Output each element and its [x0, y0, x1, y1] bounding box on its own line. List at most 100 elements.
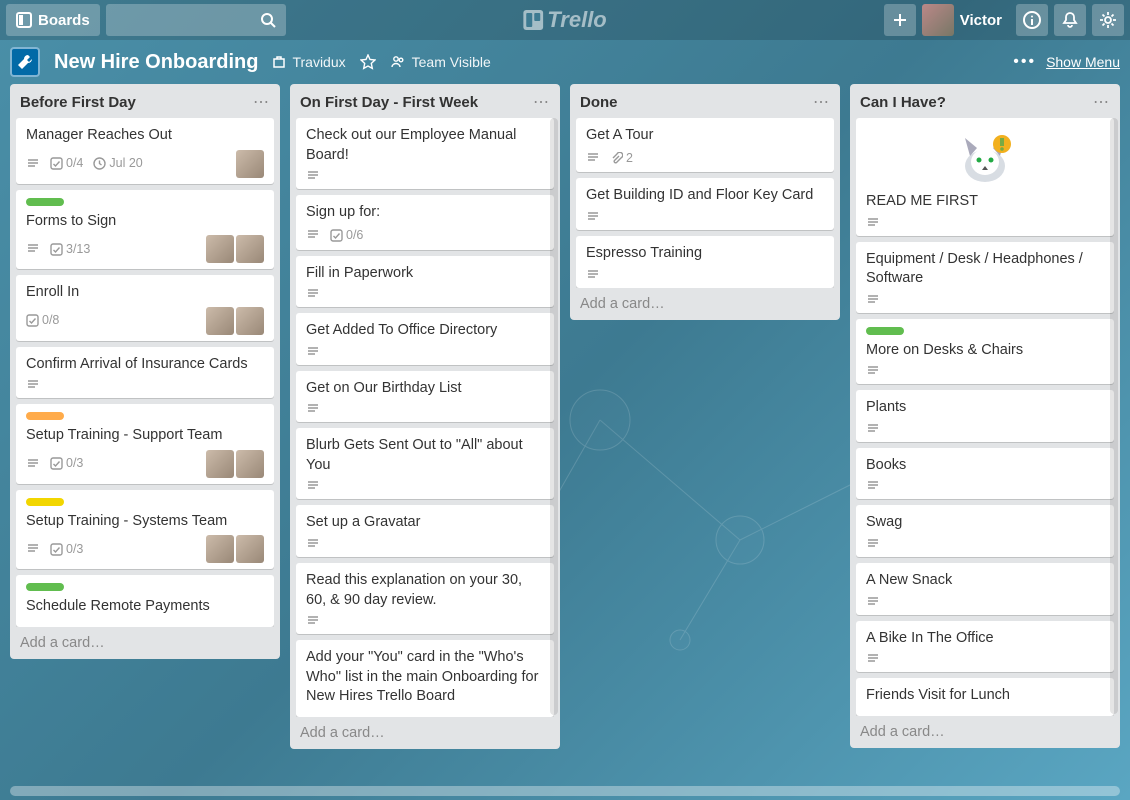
avatar	[206, 450, 234, 478]
description-badge	[586, 210, 600, 224]
avatar	[236, 450, 264, 478]
description-badge	[306, 537, 320, 551]
card[interactable]: Get Added To Office Directory	[296, 313, 554, 365]
list: Done ⋯ Get A Tour2 Get Building ID and Floo…	[570, 84, 840, 320]
card[interactable]: Get A Tour2	[576, 118, 834, 172]
list-title[interactable]: Before First Day	[20, 94, 136, 111]
card-title: Confirm Arrival of Insurance Cards	[26, 355, 264, 375]
trello-logo[interactable]: Trello	[523, 7, 607, 33]
visibility-button[interactable]: Team Visible	[390, 54, 491, 70]
card-list: READ ME FIRST Equipment / Desk / Headphon…	[850, 118, 1120, 716]
card-title: Add your "You" card in the "Who's Who" l…	[306, 648, 544, 707]
user-menu[interactable]: Victor	[922, 4, 1010, 36]
card[interactable]: Swag	[856, 505, 1114, 557]
card-title: Check out our Employee Manual Board!	[306, 126, 544, 165]
description-badge	[586, 268, 600, 282]
card-title: READ ME FIRST	[866, 192, 1104, 212]
due-badge: Jul 20	[93, 155, 142, 172]
card[interactable]: Espresso Training	[576, 236, 834, 288]
list-scrollbar[interactable]	[1110, 118, 1118, 714]
card[interactable]: Schedule Remote Payments	[16, 575, 274, 627]
avatar	[206, 307, 234, 335]
description-badge	[306, 479, 320, 493]
card[interactable]: Sign up for:0/6	[296, 195, 554, 249]
list-title[interactable]: Done	[580, 94, 618, 111]
list: Before First Day ⋯ Manager Reaches Out 0/4 J…	[10, 84, 280, 659]
card-title: Enroll In	[26, 283, 264, 303]
notifications-button[interactable]	[1054, 4, 1086, 36]
create-button[interactable]	[884, 4, 916, 36]
card[interactable]: Equipment / Desk / Headphones / Software	[856, 242, 1114, 313]
boards-button[interactable]: Boards	[6, 4, 100, 36]
list: Can I Have? ⋯ READ ME FIRST Equipment / Des…	[850, 84, 1120, 748]
card[interactable]: Setup Training - Support Team0/3	[16, 404, 274, 484]
card[interactable]: Setup Training - Systems Team0/3	[16, 490, 274, 570]
card[interactable]: Manager Reaches Out 0/4 Jul 20	[16, 118, 274, 184]
card[interactable]: Friends Visit for Lunch	[856, 678, 1114, 716]
list-menu-button[interactable]: ⋯	[813, 92, 830, 112]
card[interactable]: Fill in Paperwork	[296, 256, 554, 308]
card[interactable]: Read this explanation on your 30, 60, & …	[296, 563, 554, 634]
card[interactable]: Confirm Arrival of Insurance Cards	[16, 347, 274, 399]
card-title: Books	[866, 456, 1104, 476]
info-button[interactable]	[1016, 4, 1048, 36]
list-menu-button[interactable]: ⋯	[533, 92, 550, 112]
info-icon	[1023, 11, 1041, 29]
card[interactable]: More on Desks & Chairs	[856, 319, 1114, 385]
card[interactable]: Add your "You" card in the "Who's Who" l…	[296, 640, 554, 717]
card[interactable]: Get Building ID and Floor Key Card	[576, 178, 834, 230]
card-title: Equipment / Desk / Headphones / Software	[866, 250, 1104, 289]
checklist-badge: 0/8	[26, 312, 59, 329]
card[interactable]: Blurb Gets Sent Out to "All" about You	[296, 428, 554, 499]
board-title[interactable]: New Hire Onboarding	[54, 51, 258, 74]
card-title: Manager Reaches Out	[26, 126, 264, 146]
card[interactable]: Check out our Employee Manual Board!	[296, 118, 554, 189]
card-title: Plants	[866, 398, 1104, 418]
avatar	[236, 235, 264, 263]
description-badge	[306, 228, 320, 242]
card-title: Setup Training - Support Team	[26, 426, 264, 446]
search-input[interactable]	[106, 4, 286, 36]
description-badge	[26, 457, 40, 471]
card-title: Forms to Sign	[26, 212, 264, 232]
star-button[interactable]	[360, 54, 376, 70]
add-card-button[interactable]: Add a card…	[570, 288, 840, 320]
add-card-button[interactable]: Add a card…	[290, 717, 560, 749]
card[interactable]: A Bike In The Office	[856, 621, 1114, 673]
card[interactable]: Books	[856, 448, 1114, 500]
card-title: Read this explanation on your 30, 60, & …	[306, 571, 544, 610]
org-label: Travidux	[292, 54, 345, 70]
add-card-button[interactable]: Add a card…	[10, 627, 280, 659]
card[interactable]: A New Snack	[856, 563, 1114, 615]
card-title: A New Snack	[866, 571, 1104, 591]
list-scrollbar[interactable]	[550, 118, 558, 715]
card[interactable]: READ ME FIRST	[856, 118, 1114, 236]
horizontal-scrollbar[interactable]	[10, 786, 1120, 796]
card[interactable]: Set up a Gravatar	[296, 505, 554, 557]
description-badge	[586, 151, 600, 165]
card[interactable]: Get on Our Birthday List	[296, 371, 554, 423]
list-title[interactable]: On First Day - First Week	[300, 94, 478, 111]
board-menu-dots[interactable]: •••	[1013, 53, 1036, 71]
description-badge	[306, 169, 320, 183]
visibility-label: Team Visible	[412, 54, 491, 70]
card[interactable]: Forms to Sign3/13	[16, 190, 274, 270]
settings-button[interactable]	[1092, 4, 1124, 36]
avatar	[206, 235, 234, 263]
checklist-badge: 0/4	[50, 155, 83, 172]
card[interactable]: Plants	[856, 390, 1114, 442]
card-list: Get A Tour2 Get Building ID and Floor Key…	[570, 118, 840, 288]
star-icon	[360, 54, 376, 70]
trello-logo-text: Trello	[547, 7, 607, 33]
board-canvas[interactable]: Before First Day ⋯ Manager Reaches Out 0/4 J…	[0, 84, 1130, 786]
card[interactable]: Enroll In 0/8	[16, 275, 274, 341]
show-menu-button[interactable]: Show Menu	[1046, 54, 1120, 70]
add-card-button[interactable]: Add a card…	[850, 716, 1120, 748]
list-menu-button[interactable]: ⋯	[253, 92, 270, 112]
list-menu-button[interactable]: ⋯	[1093, 92, 1110, 112]
description-badge	[306, 345, 320, 359]
list-title[interactable]: Can I Have?	[860, 94, 946, 111]
list: On First Day - First Week ⋯ Check out our …	[290, 84, 560, 749]
org-link[interactable]: Travidux	[272, 54, 345, 70]
card-title: Espresso Training	[586, 244, 824, 264]
